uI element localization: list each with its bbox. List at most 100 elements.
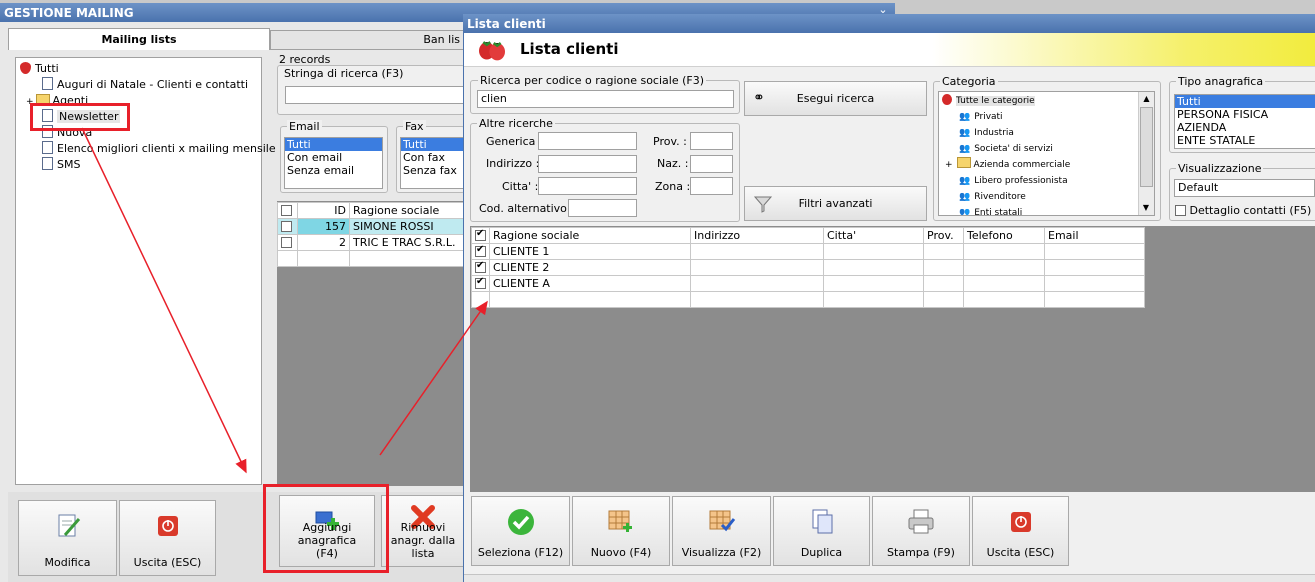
- dialog-uscita-button[interactable]: Uscita (ESC): [972, 496, 1069, 566]
- col-header-ragione[interactable]: Ragione sociale: [489, 227, 691, 244]
- seleziona-button[interactable]: Seleziona (F12): [471, 496, 570, 566]
- tipo-option[interactable]: ENTE STATALE: [1175, 134, 1315, 147]
- tree-root-tutti[interactable]: Tutti: [20, 61, 59, 77]
- tree-item-sms[interactable]: SMS: [42, 157, 80, 173]
- email-option[interactable]: Con email: [285, 151, 382, 164]
- main-grid: ID Ragione sociale 157 SIMONE ROSSI 2 TRIC …: [277, 202, 465, 267]
- scroll-down-icon[interactable]: ▼: [1139, 201, 1153, 215]
- rimuovi-label: Rimuovi anagr. dalla lista: [390, 521, 456, 560]
- row-checkbox[interactable]: [281, 221, 292, 232]
- tree-item-auguri[interactable]: Auguri di Natale - Clienti e contatti: [42, 77, 248, 93]
- table-row[interactable]: CLIENTE 1: [471, 243, 1145, 260]
- indirizzo-input[interactable]: [538, 155, 637, 173]
- email-filter-list[interactable]: Tutti Con email Senza email: [284, 137, 383, 189]
- col-header-telefono[interactable]: Telefono: [963, 227, 1045, 244]
- col-header-citta[interactable]: Citta': [823, 227, 924, 244]
- row-checkbox[interactable]: [475, 260, 486, 273]
- tree-item-label: Auguri di Natale - Clienti e contatti: [57, 78, 249, 91]
- email-option[interactable]: Tutti: [285, 138, 382, 151]
- fax-option[interactable]: Con fax: [401, 151, 464, 164]
- esegui-ricerca-button[interactable]: ⚭ Esegui ricerca: [744, 81, 927, 116]
- col-header-email[interactable]: Email: [1044, 227, 1145, 244]
- col-header-prov[interactable]: Prov.: [923, 227, 964, 244]
- code-search-input[interactable]: clien: [477, 90, 734, 108]
- dialog-uscita-label: Uscita (ESC): [986, 546, 1055, 559]
- strawberry-logo-icon: [479, 41, 505, 61]
- prov-input[interactable]: [690, 132, 733, 150]
- check-circle-icon: [507, 509, 534, 535]
- nuovo-button[interactable]: Nuovo (F4): [572, 496, 670, 566]
- table-row[interactable]: 157 SIMONE ROSSI: [277, 218, 465, 235]
- people-icon: 👥: [959, 144, 971, 154]
- uscita-button[interactable]: Uscita (ESC): [119, 500, 216, 576]
- filtri-label: Filtri avanzati: [798, 197, 873, 210]
- row-checkbox[interactable]: [281, 237, 292, 248]
- modifica-button[interactable]: Modifica: [18, 500, 117, 576]
- highlight-aggiungi-box: [263, 484, 389, 573]
- col-header-id[interactable]: ID: [297, 202, 350, 219]
- cat-label: Azienda commerciale: [973, 160, 1071, 170]
- filtri-avanzati-button[interactable]: Filtri avanzati: [744, 186, 927, 221]
- tipo-option[interactable]: AZIENDA: [1175, 121, 1315, 134]
- generica-input[interactable]: [538, 132, 637, 150]
- fax-filter-list[interactable]: Tutti Con fax Senza fax: [400, 137, 465, 189]
- table-row[interactable]: CLIENTE A: [471, 275, 1145, 292]
- cat-item[interactable]: + Azienda commerciale: [945, 157, 1070, 173]
- categoria-scrollbar[interactable]: ▲ ▼: [1138, 92, 1154, 215]
- table-row[interactable]: 2 TRIC E TRAC S.R.L.: [277, 234, 465, 251]
- document-icon: [42, 141, 53, 154]
- search-input[interactable]: [285, 86, 465, 104]
- scroll-up-icon[interactable]: ▲: [1139, 92, 1154, 106]
- naz-input[interactable]: [690, 155, 733, 173]
- folder-icon: [956, 157, 971, 168]
- email-option[interactable]: Senza email: [285, 164, 382, 177]
- visualizzazione-select[interactable]: Default: [1174, 179, 1315, 197]
- cat-item[interactable]: 👥 Libero professionista: [959, 173, 1068, 189]
- cod-alternativo-input[interactable]: [568, 199, 637, 217]
- tab-ban-list[interactable]: Ban lis: [270, 30, 465, 50]
- tree-item-elenco[interactable]: Elenco migliori clienti x mailing mensil…: [42, 141, 276, 157]
- scroll-thumb[interactable]: [1140, 107, 1153, 187]
- funnel-icon: [753, 196, 773, 213]
- row-id: 2: [297, 234, 350, 251]
- citta-input[interactable]: [538, 177, 637, 195]
- row-checkbox[interactable]: [475, 244, 486, 257]
- stampa-button[interactable]: Stampa (F9): [872, 496, 970, 566]
- select-all-checkbox[interactable]: [471, 227, 490, 244]
- cat-item[interactable]: 👥 Enti statali: [959, 205, 1022, 215]
- tipo-option[interactable]: Tutti: [1175, 95, 1315, 108]
- cat-item[interactable]: 👥 Industria: [959, 125, 1014, 141]
- expand-icon[interactable]: +: [945, 160, 953, 170]
- tab-mailing-lists[interactable]: Mailing lists: [8, 28, 270, 50]
- naz-label: Naz. :: [657, 157, 689, 170]
- table-row[interactable]: CLIENTE 2: [471, 259, 1145, 276]
- categoria-tree[interactable]: Tutte le categorie 👥 Privati 👥 Industria 👥…: [938, 91, 1155, 216]
- people-icon: 👥: [959, 192, 971, 202]
- tree-root-label: Tutti: [35, 62, 59, 75]
- col-header-indirizzo[interactable]: Indirizzo: [690, 227, 824, 244]
- cat-item[interactable]: 👥 Rivenditore: [959, 189, 1026, 205]
- people-icon: 👥: [959, 176, 971, 186]
- dettaglio-checkbox-row[interactable]: Dettaglio contatti (F5): [1175, 204, 1311, 217]
- dettaglio-checkbox[interactable]: [1175, 205, 1186, 216]
- duplicate-icon: [812, 509, 832, 534]
- tipo-option[interactable]: PERSONA FISICA: [1175, 108, 1315, 121]
- dialog-grid: Ragione sociale Indirizzo Citta' Prov. T…: [471, 227, 1145, 308]
- cat-item[interactable]: 👥 Privati: [959, 109, 1003, 125]
- duplica-label: Duplica: [800, 546, 843, 559]
- view-table-icon: [709, 510, 735, 532]
- fax-option[interactable]: Senza fax: [401, 164, 464, 177]
- cat-item[interactable]: Tutte le categorie: [942, 93, 1035, 109]
- cat-item[interactable]: 👥 Societa' di servizi: [959, 141, 1053, 157]
- select-all-checkbox[interactable]: [277, 202, 298, 219]
- duplica-button[interactable]: Duplica: [773, 496, 870, 566]
- zona-input[interactable]: [690, 177, 733, 195]
- row-checkbox[interactable]: [475, 276, 486, 289]
- visualizza-button[interactable]: Visualizza (F2): [672, 496, 771, 566]
- power-exit-icon: [157, 516, 178, 536]
- row-id: 157: [297, 218, 350, 235]
- col-header-ragione[interactable]: Ragione sociale: [349, 202, 465, 219]
- tipo-list[interactable]: Tutti PERSONA FISICA AZIENDA ENTE STATAL…: [1174, 94, 1315, 149]
- fax-option[interactable]: Tutti: [401, 138, 464, 151]
- rimuovi-anagrafica-button[interactable]: Rimuovi anagr. dalla lista: [381, 495, 465, 567]
